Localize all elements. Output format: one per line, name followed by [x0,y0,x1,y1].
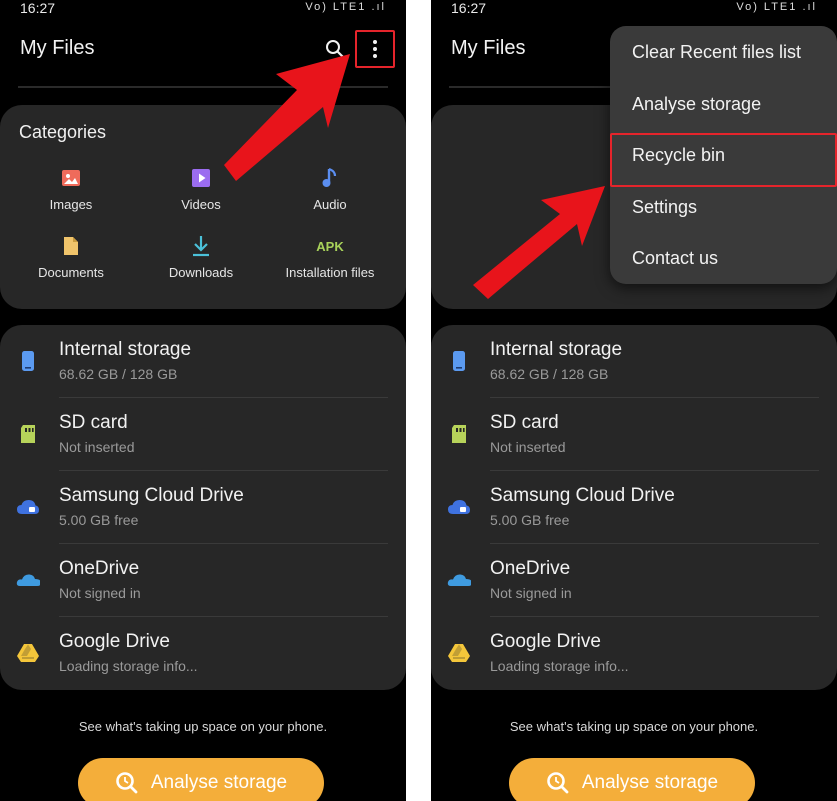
storage-name: SD card [490,412,559,433]
samsung-cloud-icon [16,495,40,519]
category-downloads[interactable]: Downloads [136,233,266,280]
category-label: Installation files [285,265,375,280]
image-icon [6,165,136,191]
storage-detail: 5.00 GB free [59,512,139,528]
storage-name: SD card [59,412,128,433]
storage-detail: Loading storage info... [59,658,198,674]
menu-item-settings[interactable]: Settings [632,197,697,218]
footer-hint: See what's taking up space on your phone… [509,719,759,734]
category-audio[interactable]: Audio [265,165,395,212]
search-icon[interactable] [322,36,348,62]
music-note-icon [265,165,395,191]
sd-card-icon [447,422,471,446]
download-icon [136,233,266,259]
storage-detail: Not signed in [490,585,572,601]
footer-hint: See what's taking up space on your phone… [78,719,328,734]
storage-detail: Not inserted [59,439,135,455]
apk-icon: APK [316,238,344,254]
analyse-storage-button[interactable]: Analyse storage [78,758,324,801]
storage-card: Internal storage 68.62 GB / 128 GB SD ca… [0,325,406,690]
storage-row-google-drive[interactable]: Google Drive Loading storage info... [0,617,406,690]
phone-screen-left: 16:27 Vo) LTE1 .ıl My Files Categories I… [0,0,406,801]
storage-detail: 5.00 GB free [490,512,570,528]
storage-row-google-drive[interactable]: Google Drive Loading storage info... [431,617,837,690]
sd-card-icon [16,422,40,446]
storage-name: OneDrive [490,558,571,579]
analyse-button-label: Analyse storage [150,772,288,793]
storage-detail: Not inserted [490,439,566,455]
analyse-storage-button[interactable]: Analyse storage [509,758,755,801]
storage-card: Internal storage 68.62 GB / 128 GB SD ca… [431,325,837,690]
phone-icon [447,349,471,373]
storage-row-sd-card[interactable]: SD card Not inserted [0,398,406,471]
storage-name: OneDrive [59,558,140,579]
storage-detail: 68.62 GB / 128 GB [490,366,609,382]
status-indicators: Vo) LTE1 .ıl [305,1,386,13]
phone-icon [16,349,40,373]
header-divider [18,86,388,88]
google-drive-icon [16,641,40,665]
storage-row-samsung-cloud[interactable]: Samsung Cloud Drive 5.00 GB free [431,471,837,544]
menu-item-clear-recent[interactable]: Clear Recent files list [632,42,801,63]
menu-item-analyse-storage[interactable]: Analyse storage [632,94,761,115]
category-label: Images [49,197,93,212]
recycle-bin-highlight [610,133,837,187]
app-title: My Files [20,37,95,59]
document-icon [6,233,136,259]
storage-name: Google Drive [59,631,170,652]
storage-row-onedrive[interactable]: OneDrive Not signed in [431,544,837,617]
storage-detail: Not signed in [59,585,141,601]
analyse-button-label: Analyse storage [581,772,719,793]
menu-item-contact-us[interactable]: Contact us [632,248,718,269]
onedrive-icon [16,568,40,592]
storage-row-onedrive[interactable]: OneDrive Not signed in [0,544,406,617]
categories-card: Categories Images Videos Audio Documents… [0,105,406,309]
category-label: Documents [38,265,104,280]
category-label: Downloads [168,265,234,280]
more-options-highlight [355,30,395,68]
category-installation-files[interactable]: APK Installation files [265,233,395,281]
video-icon [136,165,266,191]
category-videos[interactable]: Videos [136,165,266,212]
storage-detail: 68.62 GB / 128 GB [59,366,178,382]
storage-row-samsung-cloud[interactable]: Samsung Cloud Drive 5.00 GB free [0,471,406,544]
category-label: Audio [313,197,347,212]
storage-name: Google Drive [490,631,601,652]
storage-row-internal[interactable]: Internal storage 68.62 GB / 128 GB [431,325,837,398]
google-drive-icon [447,641,471,665]
analyse-icon [546,771,570,795]
storage-name: Samsung Cloud Drive [490,485,675,506]
storage-row-sd-card[interactable]: SD card Not inserted [431,398,837,471]
category-label: Videos [181,197,221,212]
storage-detail: Loading storage info... [490,658,629,674]
storage-name: Samsung Cloud Drive [59,485,244,506]
app-title: My Files [451,37,526,59]
status-time: 16:27 [451,0,487,16]
storage-row-internal[interactable]: Internal storage 68.62 GB / 128 GB [0,325,406,398]
status-time: 16:27 [20,0,56,16]
samsung-cloud-icon [447,495,471,519]
category-documents[interactable]: Documents [6,233,136,280]
storage-name: Internal storage [490,339,623,360]
status-indicators: Vo) LTE1 .ıl [736,1,817,13]
categories-title: Categories [19,122,107,142]
storage-name: Internal storage [59,339,192,360]
category-images[interactable]: Images [6,165,136,212]
analyse-icon [115,771,139,795]
onedrive-icon [447,568,471,592]
